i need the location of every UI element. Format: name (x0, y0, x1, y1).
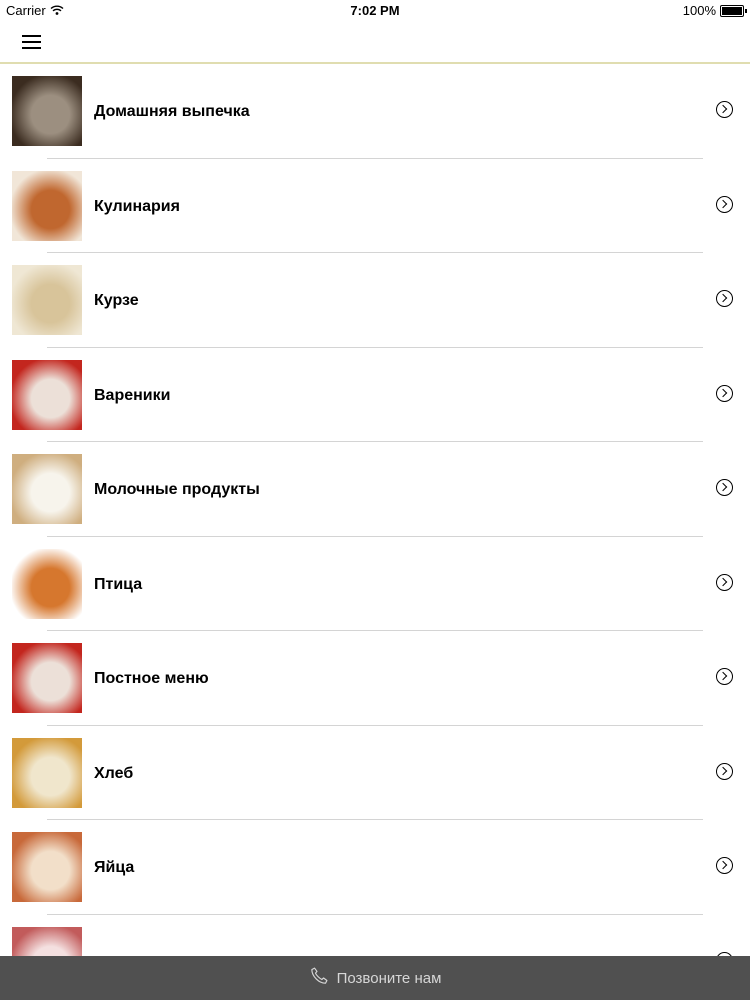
call-us-label: Позвоните нам (336, 969, 442, 987)
navigation-bar (0, 22, 750, 64)
status-time: 7:02 PM (350, 3, 400, 18)
category-list: Домашняя выпечка Кулинария Курзе Вареники Мо… (0, 64, 750, 956)
chevron-right-circle-icon[interactable] (716, 479, 733, 496)
category-row[interactable]: Хлеб (0, 726, 750, 820)
category-row[interactable]: Постное меню (0, 631, 750, 726)
category-label: Молочные продукты (94, 481, 260, 498)
category-label: Курзе (94, 292, 139, 309)
category-thumbnail (12, 454, 82, 524)
category-row[interactable]: Вареники (0, 348, 750, 442)
category-row[interactable]: Молочные продукты (0, 442, 750, 537)
chevron-right-circle-icon[interactable] (716, 384, 733, 402)
battery-group: 100% (682, 3, 747, 18)
chevron-right-circle-icon[interactable] (716, 668, 733, 685)
category-thumbnail (12, 548, 82, 619)
phone-icon (309, 966, 329, 991)
category-row[interactable]: Кулинария (0, 159, 750, 253)
category-thumbnail (12, 265, 82, 335)
category-label: Кулинария (94, 197, 180, 215)
category-label: Хлеб (94, 764, 134, 782)
call-us-button[interactable]: Позвоните нам (0, 956, 750, 1000)
chevron-right-circle-icon[interactable] (716, 573, 733, 591)
category-thumbnail (12, 926, 82, 956)
category-row[interactable]: Яйца (0, 820, 750, 915)
chevron-right-circle-icon[interactable] (716, 195, 733, 213)
category-row[interactable]: Домашняя выпечка (0, 64, 750, 159)
category-label: Птица (94, 575, 143, 593)
category-row[interactable] (0, 915, 750, 956)
category-label: Постное меню (94, 670, 209, 687)
category-label: Вареники (94, 386, 171, 404)
status-bar: Carrier 7:02 PM 100% (0, 0, 750, 22)
battery-icon (720, 4, 747, 17)
category-row[interactable]: Курзе (0, 253, 750, 348)
category-row[interactable]: Птица (0, 537, 750, 631)
category-thumbnail (12, 76, 82, 146)
category-label: Домашняя выпечка (94, 103, 250, 120)
chevron-right-circle-icon[interactable] (716, 290, 733, 307)
battery-percent: 100% (682, 3, 716, 18)
category-thumbnail (12, 832, 82, 902)
chevron-right-circle-icon[interactable] (716, 857, 733, 874)
chevron-right-circle-icon[interactable] (716, 762, 733, 780)
category-thumbnail (12, 359, 82, 430)
chevron-right-circle-icon[interactable] (716, 101, 733, 118)
category-thumbnail (12, 737, 82, 808)
category-label: Яйца (94, 859, 135, 876)
category-thumbnail (12, 170, 82, 241)
hamburger-menu-icon[interactable] (22, 35, 41, 49)
category-thumbnail (12, 643, 82, 713)
